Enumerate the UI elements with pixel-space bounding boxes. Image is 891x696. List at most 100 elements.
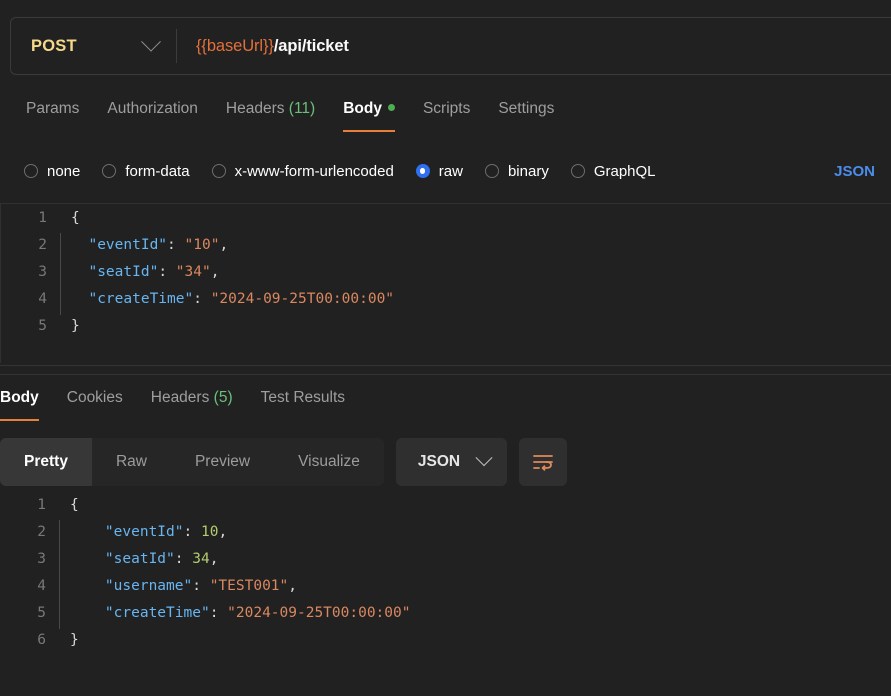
response-code-line-number: 1 (0, 497, 56, 513)
response-code-token: : (184, 524, 201, 540)
request-body-editor[interactable]: 1{2 "eventId": "10",3 "seatId": "34",4 "… (0, 203, 891, 363)
response-code-token: "2024-09-25T00:00:00" (227, 605, 410, 621)
url-path: /api/ticket (274, 37, 349, 55)
tab-scripts-label: Scripts (423, 100, 470, 117)
radio-graphql-label: GraphQL (594, 163, 656, 180)
request-code-token (71, 264, 88, 280)
view-mode-visualize[interactable]: Visualize (274, 438, 384, 486)
response-tab-headers[interactable]: Headers (5) (137, 385, 247, 421)
response-code-token: : (210, 605, 227, 621)
response-code-line-content: { (56, 497, 79, 513)
response-code-token (70, 524, 105, 540)
response-code-token: , (218, 524, 227, 540)
tab-params[interactable]: Params (12, 96, 93, 132)
response-code-token: : (175, 551, 192, 567)
response-code-token: 34 (192, 551, 209, 567)
response-view-toolbar: Pretty Raw Preview Visualize JSON (0, 438, 891, 486)
response-code-token: "TEST001" (210, 578, 289, 594)
tab-headers-count: (11) (289, 100, 315, 117)
url-bar: POST {{baseUrl}}/api/ticket (10, 17, 891, 75)
request-code-token: "34" (176, 264, 211, 280)
request-code-token: : (193, 291, 210, 307)
response-tab-bar: Body Cookies Headers (5) Test Results (0, 385, 891, 427)
response-code-line-content: "username": "TEST001", (56, 578, 297, 594)
request-code-line-content: } (57, 318, 80, 334)
request-code-token: "10" (185, 237, 220, 253)
response-code-token: "seatId" (105, 551, 175, 567)
tab-headers-label: Headers (226, 100, 285, 117)
response-code-token: , (210, 551, 219, 567)
radio-binary[interactable]: binary (485, 163, 549, 180)
response-code-line-number: 6 (0, 632, 56, 648)
response-tab-test-results[interactable]: Test Results (247, 385, 359, 421)
response-code-token (70, 551, 105, 567)
response-format-selector[interactable]: JSON (396, 438, 507, 486)
request-code-token: "2024-09-25T00:00:00" (211, 291, 394, 307)
response-tab-body-label: Body (0, 389, 39, 406)
response-format-label: JSON (418, 453, 460, 471)
response-code-line-number: 3 (0, 551, 56, 567)
chevron-down-icon (476, 449, 493, 466)
radio-none[interactable]: none (24, 163, 80, 180)
tab-headers[interactable]: Headers (11) (212, 96, 329, 132)
response-tab-test-results-label: Test Results (261, 389, 345, 406)
response-code-line-content: "eventId": 10, (56, 524, 227, 540)
word-wrap-icon (532, 453, 554, 471)
url-variable: {{baseUrl}} (196, 37, 274, 55)
response-code-line: 4 "username": "TEST001", (0, 572, 891, 599)
response-code-line: 1{ (0, 491, 891, 518)
response-tab-headers-count: (5) (214, 389, 233, 406)
view-mode-preview[interactable]: Preview (171, 438, 274, 486)
response-body-viewer[interactable]: 1{2 "eventId": 10,3 "seatId": 34,4 "user… (0, 491, 891, 696)
response-code-token: "createTime" (105, 605, 210, 621)
response-code-line: 6} (0, 626, 891, 653)
tab-settings[interactable]: Settings (484, 96, 568, 132)
tab-scripts[interactable]: Scripts (409, 96, 484, 132)
word-wrap-button[interactable] (519, 438, 567, 486)
request-tab-bar: Params Authorization Headers (11) Body S… (0, 96, 891, 140)
radio-x-www-form-urlencoded[interactable]: x-www-form-urlencoded (212, 163, 394, 180)
tab-authorization-label: Authorization (107, 100, 197, 117)
radio-none-label: none (47, 163, 80, 180)
request-code-token: "createTime" (88, 291, 193, 307)
radio-graphql-mark-icon (571, 164, 585, 178)
request-code-line-number: 2 (1, 237, 57, 253)
view-mode-pretty[interactable]: Pretty (0, 438, 92, 486)
request-code-line-number: 5 (1, 318, 57, 334)
radio-form-data[interactable]: form-data (102, 163, 189, 180)
tab-params-label: Params (26, 100, 79, 117)
pane-divider-top (0, 365, 891, 366)
request-code-token: { (71, 210, 80, 226)
body-type-radio-group: none form-data x-www-form-urlencoded raw… (0, 152, 891, 190)
response-code-line: 3 "seatId": 34, (0, 545, 891, 572)
postman-request-response-pane: POST {{baseUrl}}/api/ticket Params Autho… (0, 0, 891, 696)
response-code-line-number: 2 (0, 524, 56, 540)
radio-none-mark-icon (24, 164, 38, 178)
url-input[interactable]: {{baseUrl}}/api/ticket (177, 37, 349, 56)
radio-binary-label: binary (508, 163, 549, 180)
response-code-token: , (288, 578, 297, 594)
radio-raw[interactable]: raw (416, 163, 463, 180)
body-format-link[interactable]: JSON (834, 163, 875, 180)
tab-authorization[interactable]: Authorization (93, 96, 211, 132)
response-tab-body[interactable]: Body (0, 385, 53, 421)
radio-x-www-form-urlencoded-mark-icon (212, 164, 226, 178)
view-mode-raw[interactable]: Raw (92, 438, 171, 486)
response-code-token: 10 (201, 524, 218, 540)
http-method-selector[interactable]: POST (11, 18, 176, 74)
radio-x-www-form-urlencoded-label: x-www-form-urlencoded (235, 163, 394, 180)
tab-body[interactable]: Body (329, 96, 409, 132)
pane-divider-bottom[interactable] (0, 374, 891, 375)
radio-graphql[interactable]: GraphQL (571, 163, 656, 180)
response-code-token (70, 578, 105, 594)
request-code-token: "seatId" (88, 264, 158, 280)
response-code-line-number: 5 (0, 605, 56, 621)
response-tab-cookies[interactable]: Cookies (53, 385, 137, 421)
request-code-line: 1{ (1, 204, 891, 231)
request-code-token: "eventId" (88, 237, 167, 253)
chevron-down-icon (141, 32, 161, 52)
request-code-token: , (219, 237, 228, 253)
response-code-token: "username" (105, 578, 192, 594)
response-code-line-content: "createTime": "2024-09-25T00:00:00" (56, 605, 410, 621)
radio-binary-mark-icon (485, 164, 499, 178)
